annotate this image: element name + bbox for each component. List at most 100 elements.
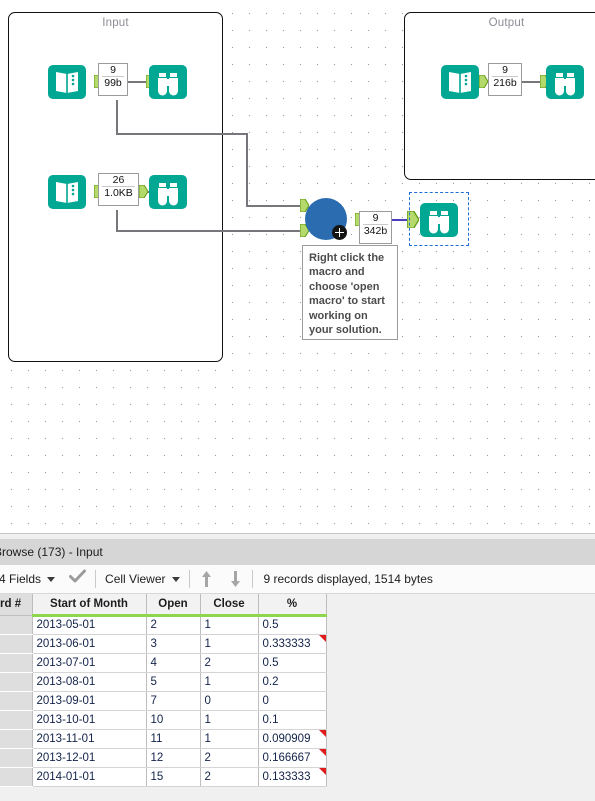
cell-open[interactable]: 15 — [146, 767, 201, 787]
record-summary-label: 9 records displayed, 1514 bytes — [263, 572, 433, 586]
input-tool-2[interactable] — [47, 171, 87, 211]
table-row[interactable]: 2014-01-01 15 2 0.133333 — [0, 767, 327, 787]
cell-close[interactable]: 1 — [200, 615, 259, 635]
results-table[interactable]: rd # Start of Month Open Close % 2013-05… — [0, 594, 327, 787]
output-container-title: Output — [488, 17, 525, 29]
cell-percent[interactable]: 0.166667 — [258, 748, 327, 768]
input-tool-3[interactable] — [440, 61, 480, 101]
chevron-down-icon — [171, 576, 180, 582]
cell-open[interactable]: 11 — [146, 729, 201, 749]
arrow-down-icon[interactable] — [221, 570, 250, 588]
cell-percent[interactable]: 0.5 — [258, 615, 327, 635]
cell-close[interactable]: 1 — [200, 729, 259, 749]
chevron-down-icon — [47, 576, 56, 582]
record-count-box-macro: 9 342b — [359, 211, 392, 244]
cell-close[interactable]: 2 — [200, 653, 259, 673]
table-row[interactable]: 2013-10-01 10 1 0.1 — [0, 710, 327, 730]
table-row[interactable]: 2013-09-01 7 0 0 — [0, 691, 327, 711]
wire-input1-down — [116, 100, 118, 133]
cell-record-number — [0, 672, 33, 692]
cell-open[interactable]: 3 — [146, 634, 201, 654]
cell-percent[interactable]: 0.1 — [258, 710, 327, 730]
cell-percent[interactable]: 0.5 — [258, 653, 327, 673]
input-data-icon — [48, 175, 86, 209]
truncated-value-marker-icon — [318, 634, 325, 642]
results-title: Browse (173) - Input — [0, 545, 103, 559]
table-row[interactable]: 2013-11-01 11 1 0.090909 — [0, 729, 327, 749]
cell-percent[interactable]: 0.333333 — [258, 634, 327, 654]
wire-input1-down2 — [246, 133, 248, 206]
cell-open[interactable]: 5 — [146, 672, 201, 692]
macro-tool[interactable] — [305, 198, 347, 240]
record-count-box-2: 26 1.0KB — [98, 173, 139, 206]
cell-start-of-month[interactable]: 2013-08-01 — [32, 672, 147, 692]
arrow-up-icon[interactable] — [192, 570, 221, 588]
browse-binoculars-icon — [149, 175, 187, 209]
macro-annotation-note[interactable]: Right click the macro and choose 'open m… — [302, 245, 398, 340]
results-titlebar[interactable]: Browse (173) - Input — [0, 539, 595, 565]
cell-percent[interactable]: 0.090909 — [258, 729, 327, 749]
cell-percent[interactable]: 0.2 — [258, 672, 327, 692]
checkmark-icon[interactable] — [69, 569, 87, 589]
cell-open[interactable]: 10 — [146, 710, 201, 730]
truncated-value-marker-icon — [318, 767, 325, 775]
cell-start-of-month[interactable]: 2014-01-01 — [32, 767, 147, 787]
cell-start-of-month[interactable]: 2013-12-01 — [32, 748, 147, 768]
input-tool-1[interactable] — [47, 61, 87, 101]
cell-record-number — [0, 710, 33, 730]
cell-close[interactable]: 2 — [200, 767, 259, 787]
input-container-title: Input — [102, 17, 129, 29]
cell-percent[interactable]: 0.133333 — [258, 767, 327, 787]
table-row[interactable]: 2013-07-01 4 2 0.5 — [0, 653, 327, 673]
cell-close[interactable]: 1 — [200, 710, 259, 730]
wire-input2-down — [116, 210, 118, 231]
browse-tool-2[interactable] — [148, 171, 188, 211]
toolbar-divider — [251, 570, 253, 588]
browse-tool-selected[interactable] — [419, 199, 459, 239]
cell-start-of-month[interactable]: 2013-07-01 — [32, 653, 147, 673]
column-header-percent[interactable]: % — [258, 594, 327, 617]
connector-arrow-out-2 — [139, 185, 148, 198]
cell-open[interactable]: 2 — [146, 615, 201, 635]
wire-input2-to-macro — [116, 230, 302, 232]
cell-open[interactable]: 4 — [146, 653, 201, 673]
table-row[interactable]: 2013-08-01 5 1 0.2 — [0, 672, 327, 692]
cell-viewer-selector[interactable]: Cell Viewer — [98, 565, 186, 593]
cell-close[interactable]: 1 — [200, 672, 259, 692]
column-header-open[interactable]: Open — [146, 594, 201, 617]
input-data-icon — [441, 65, 479, 99]
truncated-value-marker-icon — [318, 729, 325, 737]
record-count-box-3: 9 216b — [488, 63, 522, 96]
connector-arrow-in-3 — [479, 75, 488, 88]
table-row[interactable]: 2013-05-01 2 1 0.5 — [0, 615, 327, 635]
record-count-value: 26 — [112, 174, 125, 186]
browse-tool-3[interactable] — [545, 61, 585, 101]
browse-tool-1[interactable] — [148, 61, 188, 101]
cell-open[interactable]: 7 — [146, 691, 201, 711]
cell-record-number — [0, 748, 33, 768]
cell-record-number — [0, 615, 33, 635]
table-row[interactable]: 2013-12-01 12 2 0.166667 — [0, 748, 327, 768]
fields-selector[interactable]: 4 Fields — [0, 565, 62, 593]
cell-close[interactable]: 2 — [200, 748, 259, 768]
record-count-value: 9 — [110, 64, 116, 76]
cell-start-of-month[interactable]: 2013-06-01 — [32, 634, 147, 654]
column-header-close[interactable]: Close — [200, 594, 259, 617]
cell-percent[interactable]: 0 — [258, 691, 327, 711]
table-row[interactable]: 2013-06-01 3 1 0.333333 — [0, 634, 327, 654]
cell-start-of-month[interactable]: 2013-10-01 — [32, 710, 147, 730]
workflow-canvas[interactable]: Input Output 9 99b 26 1.0KB 9 216b 9 342… — [0, 0, 595, 533]
column-header-start-of-month[interactable]: Start of Month — [32, 594, 147, 617]
alteryx-designer-window: Input Output 9 99b 26 1.0KB 9 216b 9 342… — [0, 0, 595, 801]
cell-start-of-month[interactable]: 2013-09-01 — [32, 691, 147, 711]
cell-open[interactable]: 12 — [146, 748, 201, 768]
macro-plus-badge-icon — [332, 225, 347, 240]
record-count-value: 9 — [372, 212, 379, 224]
column-header-record-number[interactable]: rd # — [0, 594, 33, 616]
cell-start-of-month[interactable]: 2013-05-01 — [32, 615, 147, 635]
record-size-value: 216b — [493, 76, 517, 89]
cell-close[interactable]: 1 — [200, 634, 259, 654]
cell-start-of-month[interactable]: 2013-11-01 — [32, 729, 147, 749]
fields-label: 4 Fields — [0, 572, 42, 586]
cell-close[interactable]: 0 — [200, 691, 259, 711]
